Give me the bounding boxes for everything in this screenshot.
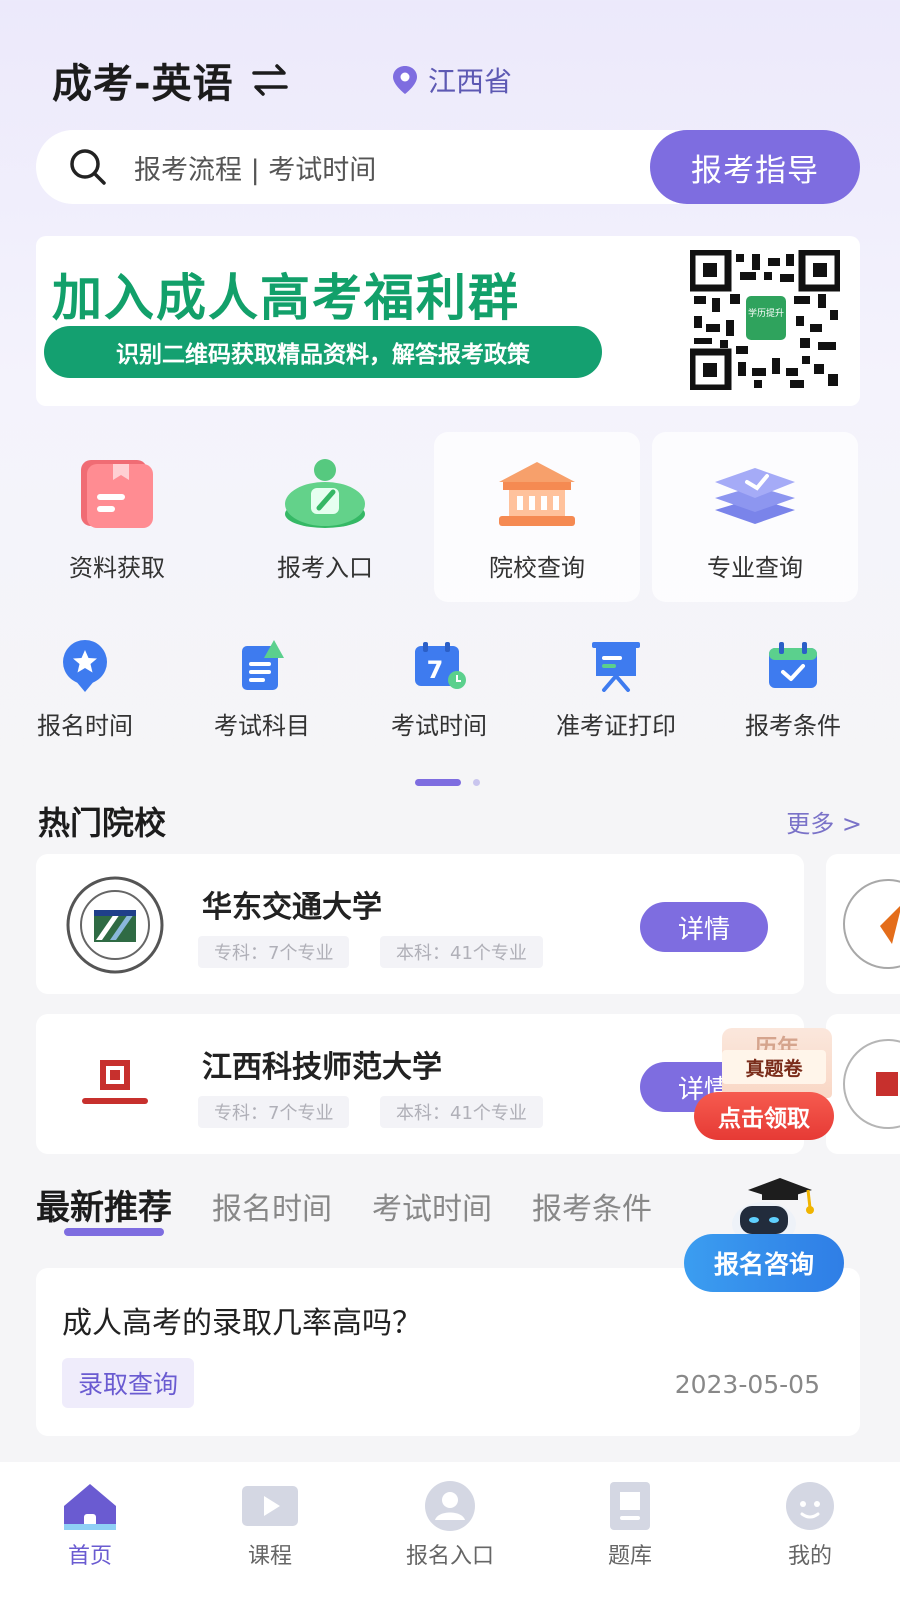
hot-schools-title: 热门院校 [38, 804, 167, 842]
shortcut-label: 报名时间 [37, 712, 133, 740]
location-label: 江西省 [428, 65, 513, 98]
school-card[interactable]: 华东交通大学 专科：7个专业 本科：41个专业 详情 [36, 854, 804, 994]
nav-label: 课程 [247, 1544, 292, 1569]
home-icon [64, 1484, 116, 1530]
past-exams-promo[interactable]: 历年 真题卷 点击领取 [694, 1028, 852, 1146]
promo-banner[interactable]: 加入成人高考福利群 识别二维码获取精品资料，解答报考政策 学历提升 [36, 236, 860, 406]
shortcut-exam-time[interactable]: 7 考试时间 [354, 640, 524, 741]
shortcut-requirements[interactable]: 报考条件 [708, 640, 878, 741]
tile-materials[interactable]: 资料获取 [14, 432, 220, 602]
tile-label: 报考入口 [277, 554, 373, 582]
school-logo [68, 1038, 162, 1132]
banner-title: 加入成人高考福利群 [52, 269, 520, 327]
school-name: 华东交通大学 [202, 890, 382, 925]
active-tab-indicator [64, 1228, 164, 1236]
search-bar[interactable]: 报考流程 | 考试时间 报考指导 [36, 130, 860, 204]
page-dot [473, 779, 480, 786]
school-tag-junior: 专科：7个专业 [198, 936, 350, 968]
nav-label: 题库 [607, 1544, 652, 1569]
claim-button[interactable]: 点击领取 [694, 1092, 834, 1140]
shortcut-label: 考试时间 [391, 712, 487, 740]
article-title: 成人高考的录取几率高吗？ [62, 1306, 422, 1341]
calendar-clock-icon: 7 [415, 642, 466, 689]
tile-label: 院校查询 [489, 554, 585, 582]
shortcut-label: 考试科目 [214, 712, 310, 740]
tab-exam-time[interactable]: 考试时间 [372, 1184, 492, 1228]
school-tag-bachelor: 本科：41个专业 [380, 1096, 543, 1128]
tile-label: 专业查询 [707, 554, 803, 582]
page-dot-active [415, 779, 461, 786]
app-title[interactable]: 成考-英语 [52, 51, 234, 109]
document-icon [242, 640, 284, 690]
tab-latest[interactable]: 最新推荐 [36, 1180, 172, 1229]
school-logo [843, 879, 900, 969]
promo-label: 真题卷 [722, 1050, 826, 1084]
qr-code-icon: 学历提升 [690, 250, 840, 390]
search-input[interactable]: 报考流程 | 考试时间 [134, 148, 376, 187]
consult-button[interactable]: 报名咨询 [684, 1234, 844, 1292]
calendar-day: 7 [427, 656, 444, 684]
shortcut-register-time[interactable]: 报名时间 [0, 640, 170, 741]
article-date: 2023-05-05 [674, 1370, 820, 1399]
school-tag-junior: 专科：7个专业 [198, 1096, 350, 1128]
nav-home[interactable]: 首页 [0, 1462, 180, 1600]
star-badge-icon [63, 640, 107, 692]
nav-label: 首页 [67, 1544, 112, 1569]
school-detail-button[interactable]: 详情 [640, 902, 768, 952]
switch-icon[interactable] [250, 62, 290, 98]
calendar-check-icon [769, 642, 817, 688]
search-icon [70, 149, 106, 185]
consult-widget[interactable]: 报名咨询 [684, 1170, 846, 1294]
recommend-tabs: 最新推荐 报名时间 考试时间 报考条件 [36, 1180, 692, 1229]
nav-apply-entry[interactable]: 报名入口 [360, 1462, 540, 1600]
nav-question-bank[interactable]: 题库 [540, 1462, 720, 1600]
edit-icon [285, 459, 365, 528]
tile-major-search[interactable]: 专业查询 [652, 432, 858, 602]
school-name: 江西科技师范大学 [202, 1050, 442, 1085]
nav-courses[interactable]: 课程 [180, 1462, 360, 1600]
nav-label: 我的 [787, 1544, 832, 1569]
shortcut-admission-print[interactable]: 准考证打印 [531, 640, 701, 741]
page-indicator [415, 779, 480, 786]
location-selector[interactable]: 江西省 [392, 58, 512, 102]
book-icon [610, 1482, 650, 1530]
folder-icon [81, 460, 153, 528]
qr-badge-label: 学历提升 [748, 307, 784, 319]
nav-profile[interactable]: 我的 [720, 1462, 900, 1600]
layers-icon [715, 468, 795, 524]
easel-icon [592, 642, 640, 692]
header: 成考-英语 [52, 52, 290, 108]
nav-label: 报名入口 [405, 1544, 494, 1569]
school-card[interactable]: 江西科技师范大学 专科：7个专业 本科：41个专业 详情 [36, 1014, 804, 1154]
user-icon [425, 1481, 475, 1531]
profile-icon [786, 1482, 834, 1530]
school-tag-bachelor: 本科：41个专业 [380, 936, 543, 968]
tab-requirements[interactable]: 报考条件 [532, 1184, 652, 1228]
exam-guide-button[interactable]: 报考指导 [650, 130, 860, 204]
tab-register-time[interactable]: 报名时间 [212, 1184, 332, 1228]
bottom-nav: 首页 课程 报名入口 题库 我的 [0, 1462, 900, 1600]
school-card-peek[interactable] [826, 854, 900, 994]
video-icon [242, 1486, 298, 1526]
more-schools-link[interactable]: 更多 > [786, 804, 862, 839]
banner-subtitle: 识别二维码获取精品资料，解答报考政策 [44, 326, 602, 378]
article-tag: 录取查询 [62, 1358, 195, 1408]
shortcut-exam-subjects[interactable]: 考试科目 [177, 640, 347, 741]
school-icon [499, 462, 575, 526]
tile-apply-entry[interactable]: 报考入口 [222, 432, 428, 602]
shortcut-label: 准考证打印 [556, 712, 676, 740]
location-pin-icon [393, 66, 417, 94]
shortcut-label: 报考条件 [745, 712, 841, 740]
tile-label: 资料获取 [69, 554, 165, 582]
tile-school-search[interactable]: 院校查询 [434, 432, 640, 602]
school-logo [66, 876, 164, 974]
